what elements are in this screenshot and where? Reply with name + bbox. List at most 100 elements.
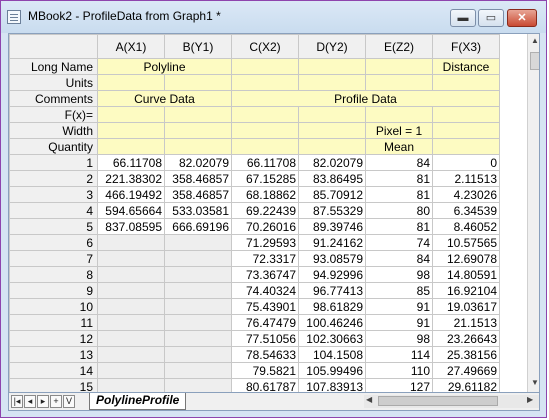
sheet-tab-polylineprofile[interactable]: PolylineProfile bbox=[89, 393, 187, 410]
data-cell[interactable]: 14.80591 bbox=[432, 266, 500, 283]
table-row[interactable]: 5 837.08595 666.69196 70.26016 89.39746 81 8.4… bbox=[9, 218, 500, 235]
data-cell[interactable] bbox=[97, 282, 165, 299]
table-row[interactable]: 15 80.61787 107.83913 127 29.61182 bbox=[9, 378, 500, 392]
data-cell[interactable] bbox=[97, 298, 165, 315]
data-cell[interactable] bbox=[97, 250, 165, 267]
sheet-menu-button[interactable]: V bbox=[63, 395, 75, 408]
data-cell[interactable]: 107.83913 bbox=[298, 378, 366, 392]
meta-label-comments[interactable]: Comments bbox=[9, 90, 98, 107]
data-cell[interactable]: 74.40324 bbox=[231, 282, 299, 299]
data-cell[interactable]: 81 bbox=[365, 170, 433, 187]
data-cell[interactable]: 89.39746 bbox=[298, 218, 366, 235]
data-cell[interactable]: 221.38302 bbox=[97, 170, 165, 187]
data-cell[interactable]: 68.18862 bbox=[231, 186, 299, 203]
meta-cell[interactable] bbox=[298, 122, 366, 139]
scroll-right-arrow-icon[interactable]: ▶ bbox=[527, 395, 533, 404]
data-cell[interactable]: 84 bbox=[365, 154, 433, 171]
table-row[interactable]: 1 66.11708 82.02079 66.11708 82.02079 84 0 bbox=[9, 154, 500, 171]
meta-cell[interactable] bbox=[231, 138, 299, 155]
data-cell[interactable]: 93.08579 bbox=[298, 250, 366, 267]
data-cell[interactable]: 0 bbox=[432, 154, 500, 171]
data-cell[interactable]: 70.26016 bbox=[231, 218, 299, 235]
data-cell[interactable]: 85 bbox=[365, 282, 433, 299]
data-cell[interactable] bbox=[97, 330, 165, 347]
meta-cell[interactable] bbox=[97, 122, 165, 139]
comments-cdef-cell[interactable]: Profile Data bbox=[231, 90, 500, 107]
meta-cell[interactable] bbox=[231, 74, 299, 91]
close-button[interactable]: ✕ bbox=[507, 9, 537, 27]
data-cell[interactable]: 127 bbox=[365, 378, 433, 392]
data-cell[interactable]: 87.55329 bbox=[298, 202, 366, 219]
table-row[interactable]: 11 76.47479 100.46246 91 21.1513 bbox=[9, 314, 500, 331]
data-cell[interactable]: 84 bbox=[365, 250, 433, 267]
table-row[interactable]: 10 75.43901 98.61829 91 19.03617 bbox=[9, 298, 500, 315]
data-cell[interactable]: 83.86495 bbox=[298, 170, 366, 187]
data-cell[interactable]: 837.08595 bbox=[97, 218, 165, 235]
data-cell[interactable] bbox=[97, 314, 165, 331]
data-cell[interactable]: 91 bbox=[365, 298, 433, 315]
horizontal-scrollbar[interactable]: ◀ ▶ bbox=[364, 395, 539, 408]
data-cell[interactable] bbox=[164, 346, 232, 363]
table-row[interactable]: 4 594.65664 533.03581 69.22439 87.55329 80 6.3… bbox=[9, 202, 500, 219]
meta-cell[interactable] bbox=[231, 58, 299, 75]
add-sheet-button[interactable]: + bbox=[50, 395, 62, 408]
data-cell[interactable]: 82.02079 bbox=[298, 154, 366, 171]
data-cell[interactable]: 21.1513 bbox=[432, 314, 500, 331]
data-cell[interactable]: 71.29593 bbox=[231, 234, 299, 251]
data-cell[interactable]: 105.99496 bbox=[298, 362, 366, 379]
scroll-down-arrow-icon[interactable]: ▼ bbox=[531, 378, 539, 387]
data-cell[interactable]: 10.57565 bbox=[432, 234, 500, 251]
data-cell[interactable]: 98 bbox=[365, 330, 433, 347]
meta-cell[interactable] bbox=[432, 74, 500, 91]
data-cell[interactable]: 27.49669 bbox=[432, 362, 500, 379]
table-row[interactable]: 9 74.40324 96.77413 85 16.92104 bbox=[9, 282, 500, 299]
meta-cell[interactable] bbox=[298, 138, 366, 155]
column-header-c[interactable]: C(X2) bbox=[231, 34, 299, 59]
data-cell[interactable] bbox=[164, 282, 232, 299]
scroll-up-arrow-icon[interactable]: ▲ bbox=[531, 36, 539, 45]
data-cell[interactable]: 466.19492 bbox=[97, 186, 165, 203]
data-cell[interactable]: 19.03617 bbox=[432, 298, 500, 315]
data-cell[interactable]: 81 bbox=[365, 186, 433, 203]
data-cell[interactable]: 358.46857 bbox=[164, 170, 232, 187]
meta-cell[interactable] bbox=[164, 74, 232, 91]
table-row[interactable]: 12 77.51056 102.30663 98 23.26643 bbox=[9, 330, 500, 347]
row-header[interactable]: 6 bbox=[9, 234, 98, 251]
long-name-f-cell[interactable]: Distance bbox=[432, 58, 500, 75]
data-cell[interactable]: 16.92104 bbox=[432, 282, 500, 299]
meta-label-width[interactable]: Width bbox=[9, 122, 98, 139]
data-cell[interactable] bbox=[164, 250, 232, 267]
data-cell[interactable]: 76.47479 bbox=[231, 314, 299, 331]
meta-cell[interactable] bbox=[432, 106, 500, 123]
data-cell[interactable]: 98.61829 bbox=[298, 298, 366, 315]
data-cell[interactable]: 6.34539 bbox=[432, 202, 500, 219]
horizontal-scroll-thumb[interactable] bbox=[378, 396, 498, 406]
table-row[interactable]: 7 72.3317 93.08579 84 12.69078 bbox=[9, 250, 500, 267]
row-header[interactable]: 11 bbox=[9, 314, 98, 331]
data-cell[interactable]: 358.46857 bbox=[164, 186, 232, 203]
data-cell[interactable]: 67.15285 bbox=[231, 170, 299, 187]
meta-cell[interactable] bbox=[97, 138, 165, 155]
minimize-button[interactable]: ▬ bbox=[450, 9, 476, 27]
maximize-button[interactable]: ▭ bbox=[478, 9, 504, 27]
data-cell[interactable]: 29.61182 bbox=[432, 378, 500, 392]
row-header[interactable]: 15 bbox=[9, 378, 98, 392]
width-e-cell[interactable]: Pixel = 1 bbox=[365, 122, 433, 139]
prev-sheet-button[interactable]: ◂ bbox=[24, 395, 36, 408]
data-cell[interactable] bbox=[97, 362, 165, 379]
row-header[interactable]: 1 bbox=[9, 154, 98, 171]
scroll-thumb[interactable] bbox=[530, 52, 539, 70]
row-header[interactable]: 5 bbox=[9, 218, 98, 235]
first-sheet-button[interactable]: |◂ bbox=[11, 395, 23, 408]
table-row[interactable]: 8 73.36747 94.92996 98 14.80591 bbox=[9, 266, 500, 283]
row-header[interactable]: 3 bbox=[9, 186, 98, 203]
meta-label-long-name[interactable]: Long Name bbox=[9, 58, 98, 75]
data-cell[interactable]: 533.03581 bbox=[164, 202, 232, 219]
data-cell[interactable]: 69.22439 bbox=[231, 202, 299, 219]
row-header[interactable]: 2 bbox=[9, 170, 98, 187]
meta-cell[interactable] bbox=[298, 74, 366, 91]
meta-label-units[interactable]: Units bbox=[9, 74, 98, 91]
data-cell[interactable] bbox=[164, 362, 232, 379]
meta-cell[interactable] bbox=[432, 138, 500, 155]
data-cell[interactable]: 94.92996 bbox=[298, 266, 366, 283]
